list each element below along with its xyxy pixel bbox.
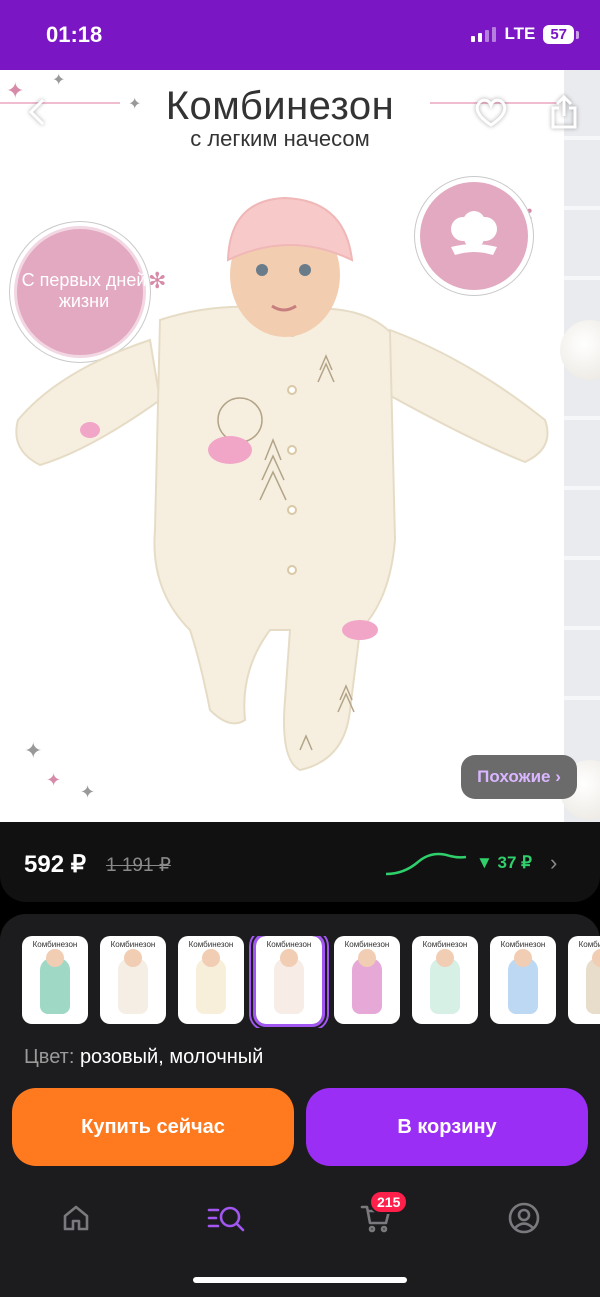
status-time: 01:18 [46,22,103,47]
tab-catalog[interactable] [202,1196,250,1240]
variant-thumbnail[interactable]: Комбинезон [178,936,244,1024]
variant-thumbnail-title: Комбинезон [266,940,312,949]
tab-profile[interactable] [500,1196,548,1240]
variant-thumbnail-title: Комбинезон [110,940,156,949]
old-price: 1 191 ₽ [106,855,171,876]
baby-jumpsuit-illustration [15,196,549,772]
variant-thumbnail-title: Комбинезон [578,940,600,949]
variant-baby-head [46,949,64,967]
product-image[interactable]: ✦ ✦ ✦ ✦ ✦ ✦ ✻ ✻ Комбинезон с легким наче… [0,70,600,822]
variant-thumbnail[interactable]: Комбинезон [22,936,88,1024]
favorite-button[interactable] [467,88,515,136]
add-to-cart-button[interactable]: В корзину [306,1088,588,1166]
home-indicator [193,1277,407,1283]
variant-baby-head [124,949,142,967]
back-button[interactable] [14,88,62,136]
similar-products-button[interactable]: Похожие › [461,755,577,799]
variant-thumbnail[interactable]: Комбинезон [334,936,400,1024]
profile-icon [508,1202,540,1234]
status-indicators: LTE 57 [471,24,579,44]
variant-baby-head [202,949,220,967]
price-trend-icon [385,852,467,876]
share-icon [551,94,577,129]
cart-count-badge: 215 [369,1190,409,1214]
current-price: 592 ₽ [24,851,86,878]
variant-thumbnail[interactable]: Комбинезон [490,936,556,1024]
heart-icon [475,98,507,127]
status-bar: 01:18 LTE 57 [0,0,600,70]
variant-thumbnail-title: Комбинезон [188,940,234,949]
tab-home[interactable] [52,1196,100,1240]
network-label: LTE [504,24,536,43]
variant-thumbnail[interactable]: Комбинезон [253,936,325,1027]
variant-thumbnail-title: Комбинезон [422,940,468,949]
variant-thumbnail[interactable]: Комбинезон [568,936,600,1024]
variant-thumbnail-title: Комбинезон [344,940,390,949]
variant-thumbnails: Комбинезон Комбинезон Комбинезон Комбинезон… [22,936,600,1028]
chevron-left-icon [28,98,45,126]
chevron-right-icon: › [550,850,558,875]
battery-icon: 57 [543,24,579,44]
home-icon [63,1205,89,1231]
variant-thumbnail-title: Комбинезон [32,940,78,949]
price-panel[interactable]: 592 ₽ 1 191 ₽ ▼ 37 ₽ › [0,822,600,902]
catalog-search-icon [207,1206,245,1232]
variant-thumbnail-title: Комбинезон [500,940,546,949]
variant-baby-head [514,949,532,967]
signal-icon [471,26,497,42]
color-label: Цвет: [24,1046,75,1068]
color-value: розовый, молочный [79,1046,264,1068]
variant-baby-head [280,949,298,967]
variant-thumbnail[interactable]: Комбинезон [100,936,166,1024]
variant-thumbnail[interactable]: Комбинезон [412,936,478,1024]
variant-baby-head [436,949,454,967]
buy-now-button[interactable]: Купить сейчас [12,1088,294,1166]
variant-baby-head [358,949,376,967]
price-drop-value: ▼ 37 ₽ [476,853,532,872]
color-info: Цвет: розовый, молочный [24,1046,263,1069]
share-button[interactable] [540,88,588,136]
